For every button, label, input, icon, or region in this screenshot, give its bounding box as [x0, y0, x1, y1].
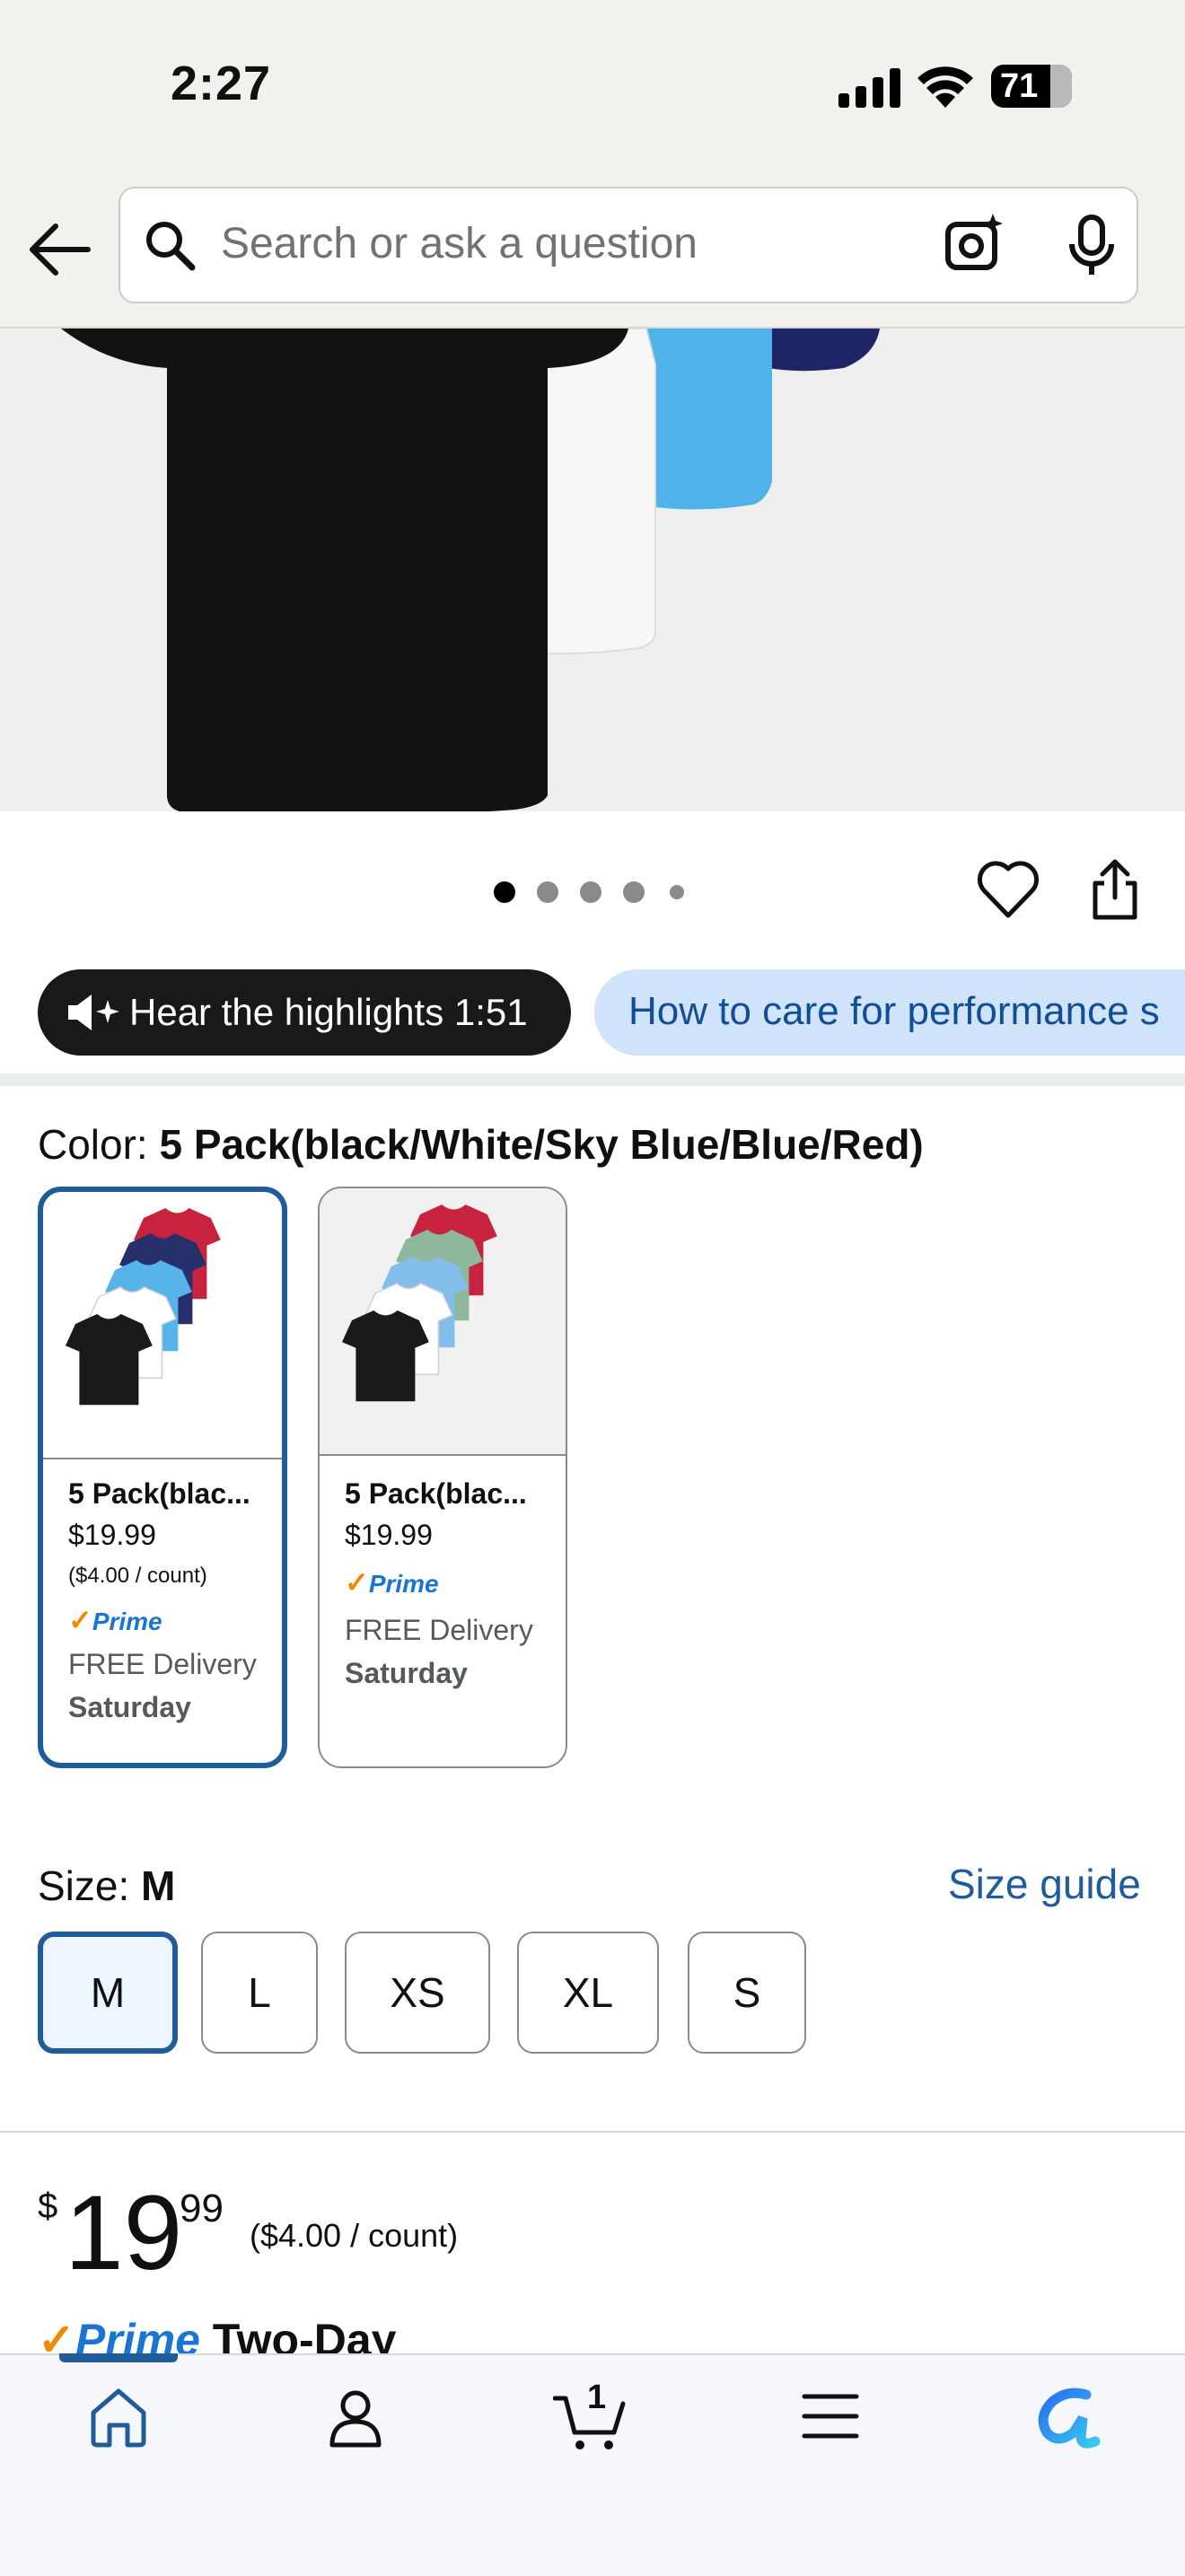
price-currency: $ — [38, 2186, 58, 2226]
prime-badge: ✓Prime — [345, 1565, 439, 1599]
active-tab-indicator — [59, 2353, 178, 2362]
camera-lens-icon[interactable] — [943, 212, 1005, 275]
microphone-icon[interactable] — [1065, 214, 1119, 278]
shirt-stack-swatch — [66, 1208, 221, 1406]
prime-label: Prime — [368, 1570, 439, 1598]
option-delivery: FREE Delivery — [345, 1614, 533, 1646]
battery-icon: 71 — [991, 65, 1072, 108]
care-question-chip[interactable]: How to care for performance s — [594, 969, 1185, 1056]
price-fraction: 99 — [180, 2186, 224, 2230]
gallery-dot[interactable] — [670, 885, 684, 899]
product-image[interactable] — [0, 329, 1185, 811]
color-swatch-image — [320, 1188, 566, 1456]
prime-check-icon: ✓ — [68, 1604, 92, 1636]
option-name: 5 Pack(blac... — [68, 1477, 250, 1510]
section-divider — [0, 1073, 1185, 1086]
share-icon[interactable] — [1088, 858, 1142, 923]
size-label-prefix: Size: — [38, 1862, 142, 1909]
home-icon[interactable] — [86, 2386, 151, 2450]
cart-count: 1 — [587, 2379, 607, 2416]
heart-icon[interactable] — [977, 860, 1040, 919]
color-label: Color: 5 Pack(black/White/Sky Blue/Blue/… — [38, 1120, 924, 1169]
option-delivery-day: Saturday — [345, 1657, 468, 1689]
gallery-dot[interactable] — [623, 881, 645, 903]
option-delivery-day: Saturday — [68, 1691, 191, 1723]
battery-level: 71 — [1000, 67, 1039, 105]
wifi-icon — [917, 66, 973, 108]
prime-label: Prime — [92, 1608, 162, 1635]
speaker-sparkle-icon — [68, 994, 119, 1030]
gallery-dots[interactable] — [494, 880, 691, 907]
size-option-s[interactable]: S — [688, 1932, 806, 2054]
color-label-prefix: Color: — [38, 1121, 160, 1168]
color-swatch-image — [43, 1192, 282, 1459]
price-whole: 19 — [65, 2174, 183, 2292]
size-option-xl[interactable]: XL — [517, 1932, 659, 2054]
color-option-card[interactable]: 5 Pack(blac... $19.99 ($4.00 / count) ✓P… — [38, 1187, 287, 1768]
shirt-stack-swatch — [342, 1205, 497, 1402]
back-arrow-icon[interactable] — [25, 215, 93, 284]
size-option-xs[interactable]: XS — [345, 1932, 490, 2054]
prime-check-icon: ✓ — [345, 1566, 369, 1599]
color-selected-value: 5 Pack(black/White/Sky Blue/Blue/Red) — [159, 1121, 924, 1168]
signal-icon — [838, 68, 900, 108]
account-icon[interactable] — [323, 2386, 388, 2450]
search-placeholder: Search or ask a question — [221, 220, 698, 267]
hear-highlights-label: Hear the highlights 1:51 — [129, 991, 528, 1033]
section-divider — [0, 2131, 1185, 2133]
size-option-m[interactable]: M — [38, 1932, 178, 2054]
search-icon — [146, 222, 196, 271]
tshirt-stack-image — [61, 329, 880, 811]
color-option-card[interactable]: 5 Pack(blac... $19.99 ✓Prime FREE Delive… — [318, 1187, 567, 1768]
option-name: 5 Pack(blac... — [345, 1477, 527, 1510]
option-delivery: FREE Delivery — [68, 1648, 257, 1680]
gallery-dot[interactable] — [580, 881, 601, 903]
price-per-unit: ($4.00 / count) — [250, 2217, 459, 2254]
rufus-assistant-icon[interactable] — [1031, 2382, 1102, 2450]
option-price: $19.99 — [345, 1519, 433, 1551]
menu-icon[interactable] — [801, 2391, 860, 2441]
care-question-label: How to care for performance s — [628, 989, 1160, 1033]
size-guide-link[interactable]: Size guide — [948, 1860, 1141, 1908]
prime-badge: ✓Prime — [68, 1603, 162, 1637]
gallery-dot[interactable] — [494, 881, 515, 903]
size-selected-value: M — [141, 1862, 176, 1909]
gallery-dot[interactable] — [537, 881, 558, 903]
option-unit-price: ($4.00 / count) — [68, 1564, 207, 1588]
size-option-l[interactable]: L — [201, 1932, 318, 2054]
status-time: 2:27 — [171, 57, 272, 110]
size-label: Size: M — [38, 1862, 175, 1910]
option-price: $19.99 — [68, 1519, 156, 1551]
hear-highlights-button[interactable]: Hear the highlights 1:51 — [38, 969, 571, 1056]
